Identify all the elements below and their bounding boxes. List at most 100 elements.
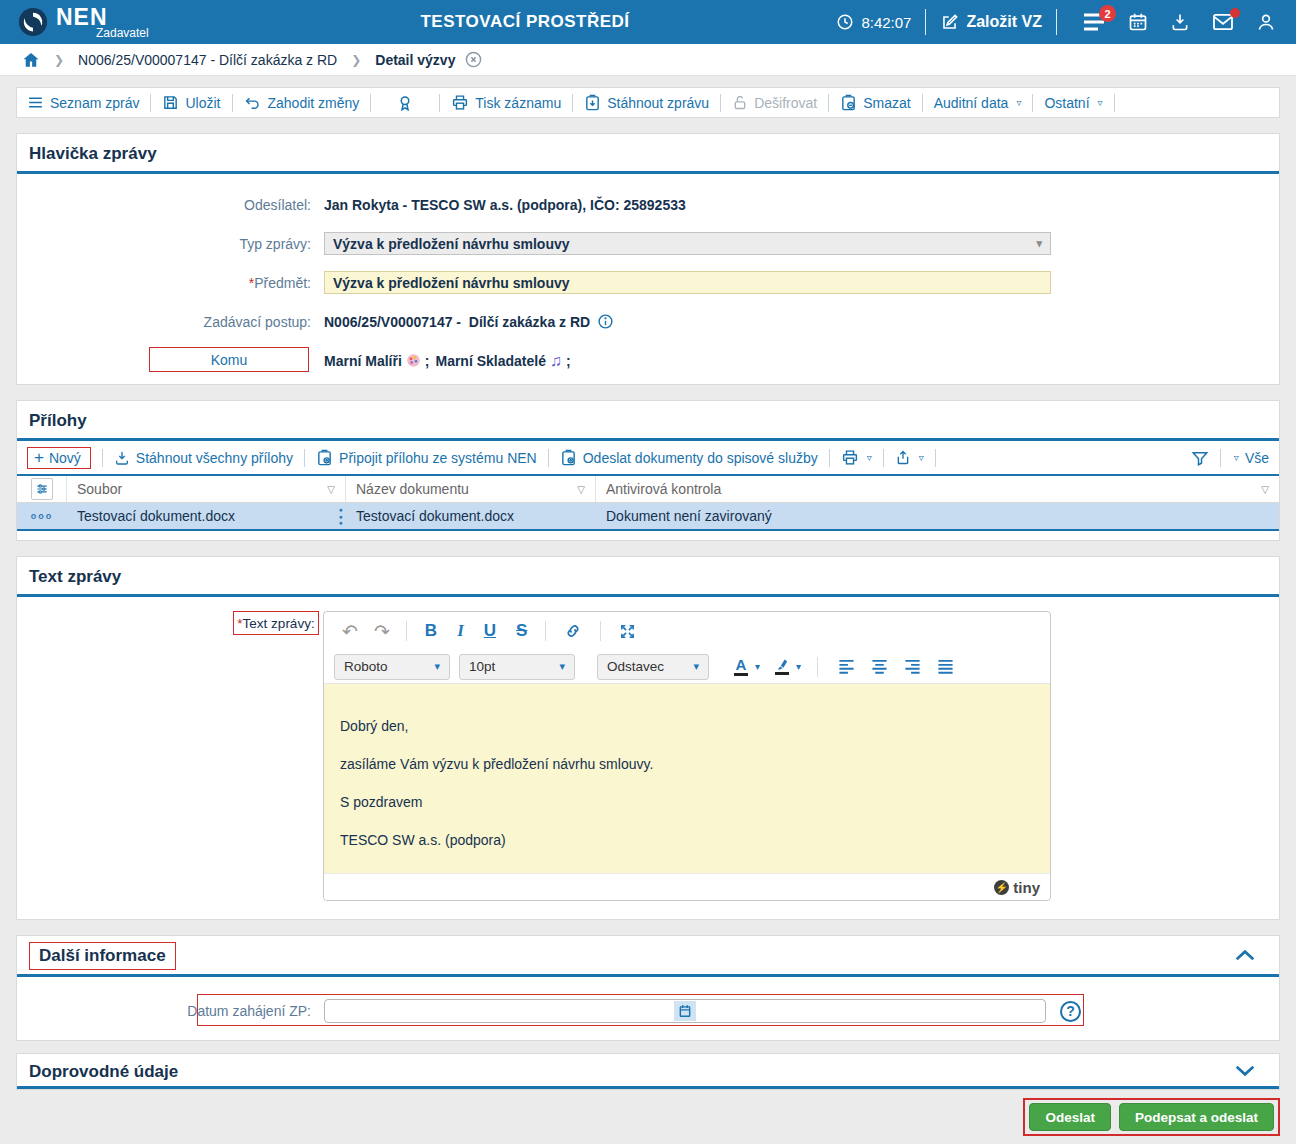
block-format-select[interactable]: Odstavec▾: [597, 654, 709, 680]
award-button[interactable]: [396, 94, 414, 112]
nen-logo[interactable]: NEN Zadavatel: [18, 6, 149, 39]
filter-caret-icon[interactable]: ▽: [577, 484, 585, 495]
save-button[interactable]: Uložit: [162, 94, 220, 111]
filter-caret-icon[interactable]: ▽: [1261, 484, 1269, 495]
messages-button[interactable]: [1212, 13, 1234, 31]
attachment-row[interactable]: ooo Testovací dokument.docx ●●● Testovac…: [17, 503, 1279, 531]
underline-button[interactable]: U: [484, 621, 496, 641]
printer-icon: [841, 449, 859, 466]
downloads-button[interactable]: [1170, 12, 1190, 32]
sign-and-send-button[interactable]: Podepsat a odeslat: [1119, 1103, 1274, 1131]
highlight-color-button[interactable]: [774, 658, 789, 675]
breadcrumb-item-zakazka[interactable]: N006/25/V00007147 - Dílčí zakázka z RD: [78, 52, 337, 68]
start-date-input[interactable]: [324, 999, 1046, 1023]
filter-all-button[interactable]: ▿Vše: [1232, 450, 1269, 466]
align-left-button[interactable]: [838, 659, 855, 674]
column-header-nazev[interactable]: Název dokumentu▽: [346, 476, 596, 502]
font-size-select[interactable]: 10pt▾: [459, 654, 575, 680]
section-title: Přílohy: [17, 401, 1279, 438]
calendar-button[interactable]: [1128, 12, 1148, 32]
collapse-section-button[interactable]: [1235, 948, 1255, 962]
align-right-icon: [904, 659, 921, 674]
filter-caret-icon[interactable]: ▽: [327, 484, 335, 495]
brand-subtitle: Zadavatel: [96, 27, 149, 39]
close-tab-button[interactable]: [465, 51, 482, 68]
discard-changes-button[interactable]: Zahodit změny: [244, 94, 360, 111]
current-time: 8:42:07: [861, 14, 911, 31]
chevron-up-icon: [1235, 948, 1255, 962]
rich-text-editor[interactable]: ↶ ↷ B I U S Roboto▾ 10pt▾ Odstavec▾ A ▾: [323, 611, 1051, 901]
align-justify-button[interactable]: [937, 659, 954, 674]
tiny-logo[interactable]: ⚡ tiny: [994, 879, 1040, 896]
section-attachments: Přílohy +Nový Stáhnout všechny přílohy P…: [16, 400, 1280, 541]
breadcrumb-separator: ❯: [54, 53, 64, 67]
send-to-filing-service-button[interactable]: Odeslat dokumenty do spisové služby: [560, 449, 818, 466]
clipboard-delete-icon: [840, 94, 857, 111]
message-type-select[interactable]: Výzva k předložení návrhu smlouvy ▾: [324, 232, 1051, 255]
send-button[interactable]: Odeslat: [1029, 1103, 1111, 1131]
footer-actions: Odeslat Podepsat a odeslat: [1023, 1098, 1280, 1136]
datepicker-button[interactable]: [674, 1001, 696, 1021]
section-more-info: Další informace Datum zahájení ZP: ?: [16, 935, 1280, 1041]
decrypt-button[interactable]: Dešifrovat: [732, 94, 817, 111]
medal-icon: [396, 94, 414, 112]
cell-nazev: Testovací dokument.docx: [346, 503, 596, 529]
fullscreen-button[interactable]: [619, 623, 636, 640]
link-button[interactable]: [564, 622, 582, 640]
new-attachment-button[interactable]: +Nový: [27, 447, 91, 469]
subject-label: *Předmět:: [17, 275, 311, 291]
italic-button[interactable]: I: [457, 621, 464, 641]
bold-button[interactable]: B: [425, 621, 437, 641]
environment-title: TESTOVACÍ PROSTŘEDÍ: [405, 12, 645, 32]
filter-icon[interactable]: [1191, 449, 1209, 467]
download-tray-icon: [1170, 12, 1190, 32]
download-message-button[interactable]: Stáhnout zprávu: [584, 94, 709, 111]
row-actions-icon[interactable]: ooo: [31, 511, 54, 521]
recipients-label[interactable]: Komu: [149, 347, 309, 372]
undo-button[interactable]: ↶: [342, 620, 358, 643]
chevron-down-icon: ▾: [1036, 237, 1042, 250]
menu-button[interactable]: 2: [1082, 12, 1106, 32]
text-color-button[interactable]: A: [734, 658, 748, 676]
list-messages-button[interactable]: Seznam zpráv: [27, 94, 139, 111]
text-color-caret[interactable]: ▾: [755, 661, 760, 672]
export-attachments-button[interactable]: ▿: [895, 449, 924, 466]
home-button[interactable]: [22, 51, 40, 69]
recipients-value: Marní Malíři ; Marní Skladatelé ♫ ;: [324, 352, 571, 370]
drag-handle-icon[interactable]: ●●●: [339, 507, 343, 527]
font-family-select[interactable]: Roboto▾: [334, 654, 450, 680]
fullscreen-icon: [619, 623, 636, 640]
subject-input[interactable]: Výzva k předložení návrhu smlouvy: [324, 271, 1051, 294]
column-header-antivir[interactable]: Antivirová kontrola▽: [596, 476, 1279, 502]
print-record-button[interactable]: Tisk záznamu: [451, 94, 561, 111]
info-icon[interactable]: [597, 313, 614, 330]
breadcrumb: ❯ N006/25/V00007147 - Dílčí zakázka z RD…: [0, 44, 1296, 76]
editor-content[interactable]: Dobrý den, zasíláme Vám výzvu k předlože…: [324, 684, 1050, 873]
print-attachments-button[interactable]: ▿: [841, 449, 872, 466]
highlight-color-caret[interactable]: ▾: [796, 661, 801, 672]
breadcrumb-item-current: Detail výzvy: [375, 52, 455, 68]
cell-antivir: Dokument není zavirovaný: [596, 503, 1279, 529]
download-icon: [114, 450, 130, 466]
expand-section-button[interactable]: [1235, 1064, 1255, 1078]
attachments-table-header: Soubor▽ Název dokumentu▽ Antivirová kont…: [17, 476, 1279, 503]
top-header-bar: NEN Zadavatel TESTOVACÍ PROSTŘEDÍ 8:42:0…: [0, 0, 1296, 44]
download-all-attachments-button[interactable]: Stáhnout všechny přílohy: [114, 450, 293, 466]
link-icon: [564, 622, 582, 640]
profile-button[interactable]: [1256, 12, 1276, 32]
audit-data-button[interactable]: Auditní data▿: [934, 95, 1022, 111]
other-button[interactable]: Ostatní▿: [1044, 95, 1102, 111]
align-center-button[interactable]: [871, 659, 888, 674]
table-settings-button[interactable]: [31, 478, 53, 500]
home-icon: [22, 51, 40, 69]
delete-button[interactable]: Smazat: [840, 94, 910, 111]
align-right-button[interactable]: [904, 659, 921, 674]
clipboard-gear-icon: [316, 449, 333, 466]
strikethrough-button[interactable]: S: [516, 621, 527, 641]
create-vz-button[interactable]: Založit VZ: [940, 13, 1042, 32]
redo-button[interactable]: ↷: [374, 620, 390, 643]
attach-from-nen-button[interactable]: Připojit přílohu ze systému NEN: [316, 449, 537, 466]
printer-icon: [451, 94, 469, 111]
command-toolbar: Seznam zpráv Uložit Zahodit změny Tisk z…: [16, 87, 1280, 118]
column-header-soubor[interactable]: Soubor▽: [67, 476, 346, 502]
